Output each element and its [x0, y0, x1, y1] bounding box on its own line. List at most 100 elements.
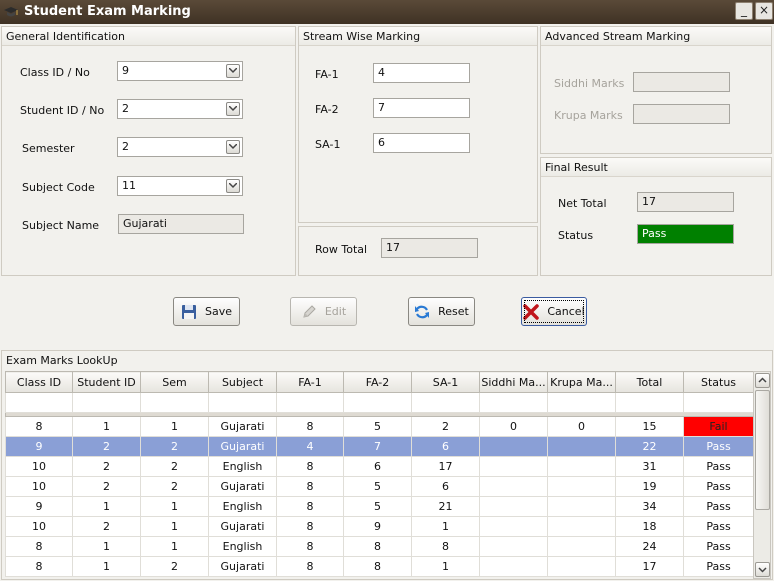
table-cell[interactable] — [479, 496, 548, 517]
table-cell[interactable]: 8 — [5, 556, 73, 577]
table-cell[interactable]: English — [208, 496, 277, 517]
fa1-input[interactable]: 4 — [373, 63, 470, 83]
filter-cell[interactable] — [208, 392, 277, 413]
table-cell[interactable]: 8 — [343, 556, 412, 577]
filter-cell[interactable] — [547, 392, 616, 413]
filter-cell[interactable] — [343, 392, 412, 413]
fa2-input[interactable]: 7 — [373, 98, 470, 118]
table-cell[interactable] — [479, 516, 548, 537]
table-cell[interactable]: 0 — [479, 416, 548, 437]
table-cell[interactable] — [547, 536, 616, 557]
chevron-down-icon[interactable] — [226, 102, 240, 116]
table-cell[interactable]: Pass — [683, 436, 754, 457]
table-cell[interactable]: 31 — [615, 456, 684, 477]
table-row[interactable]: 8 1 1 Gujarati 8 5 2 0 0 15 Fail — [5, 416, 754, 437]
table-cell[interactable]: 8 — [5, 536, 73, 557]
table-cell[interactable]: 1 — [140, 516, 209, 537]
table-cell[interactable]: Gujarati — [208, 416, 277, 437]
table-cell[interactable]: English — [208, 456, 277, 477]
table-cell[interactable]: 4 — [276, 436, 344, 457]
filter-cell[interactable] — [411, 392, 480, 413]
filter-cell[interactable] — [683, 392, 754, 413]
column-header[interactable]: Sem — [140, 371, 209, 393]
table-cell[interactable]: 22 — [615, 436, 684, 457]
edit-button[interactable]: Edit — [290, 297, 357, 326]
column-header[interactable]: FA-2 — [343, 371, 412, 393]
filter-row[interactable] — [5, 392, 754, 413]
table-cell[interactable] — [547, 476, 616, 497]
filter-cell[interactable] — [140, 392, 209, 413]
table-cell[interactable]: 1 — [140, 536, 209, 557]
table-cell[interactable]: 34 — [615, 496, 684, 517]
table-cell[interactable]: 6 — [343, 456, 412, 477]
table-row[interactable]: 10 2 2 Gujarati 8 5 6 19 Pass — [5, 476, 754, 497]
table-cell[interactable]: 19 — [615, 476, 684, 497]
chevron-down-icon[interactable] — [226, 140, 240, 154]
column-header[interactable]: Total — [615, 371, 684, 393]
table-cell[interactable]: Pass — [683, 496, 754, 517]
table-cell[interactable] — [547, 496, 616, 517]
table-cell[interactable]: 8 — [276, 556, 344, 577]
table-row[interactable]: 10 2 2 English 8 6 17 31 Pass — [5, 456, 754, 477]
table-cell[interactable]: 9 — [5, 436, 73, 457]
scroll-up-button[interactable] — [755, 373, 770, 388]
table-cell[interactable] — [479, 476, 548, 497]
table-row[interactable]: 10 2 1 Gujarati 8 9 1 18 Pass — [5, 516, 754, 537]
table-cell[interactable] — [479, 456, 548, 477]
table-cell[interactable]: 24 — [615, 536, 684, 557]
table-cell[interactable]: 5 — [343, 496, 412, 517]
table-cell[interactable]: 2 — [411, 416, 480, 437]
column-header[interactable]: Student ID — [72, 371, 141, 393]
column-header[interactable]: Status — [683, 371, 754, 393]
table-cell[interactable]: 10 — [5, 476, 73, 497]
table-cell[interactable]: 8 — [276, 536, 344, 557]
table-cell[interactable]: 9 — [5, 496, 73, 517]
semester-combo[interactable]: 2 — [117, 137, 243, 157]
table-cell[interactable]: 9 — [343, 516, 412, 537]
subject-code-combo[interactable]: 11 — [117, 176, 243, 196]
table-cell[interactable]: 8 — [411, 536, 480, 557]
table-cell[interactable]: 10 — [5, 516, 73, 537]
table-cell[interactable]: 8 — [276, 516, 344, 537]
vertical-scrollbar[interactable] — [753, 371, 771, 579]
table-cell[interactable]: 17 — [615, 556, 684, 577]
filter-cell[interactable] — [72, 392, 141, 413]
sa1-input[interactable]: 6 — [373, 133, 470, 153]
table-cell[interactable]: 8 — [276, 496, 344, 517]
table-cell[interactable]: 2 — [72, 516, 141, 537]
column-header[interactable]: FA-1 — [276, 371, 344, 393]
table-cell[interactable] — [479, 536, 548, 557]
table-cell[interactable]: 2 — [72, 456, 141, 477]
table-cell[interactable]: 1 — [140, 496, 209, 517]
table-cell[interactable]: 5 — [343, 476, 412, 497]
table-cell[interactable]: Pass — [683, 476, 754, 497]
table-cell[interactable] — [479, 556, 548, 577]
table-row[interactable]: 9 1 1 English 8 5 21 34 Pass — [5, 496, 754, 517]
table-cell[interactable]: 8 — [5, 416, 73, 437]
table-cell[interactable] — [547, 456, 616, 477]
table-cell[interactable]: 2 — [72, 436, 141, 457]
table-cell[interactable] — [479, 436, 548, 457]
table-cell[interactable]: 1 — [72, 536, 141, 557]
table-cell[interactable]: 6 — [411, 476, 480, 497]
table-cell[interactable]: 1 — [140, 416, 209, 437]
table-cell[interactable]: 21 — [411, 496, 480, 517]
table-cell[interactable]: 10 — [5, 456, 73, 477]
table-cell[interactable]: 1 — [72, 496, 141, 517]
table-cell[interactable]: 1 — [411, 556, 480, 577]
table-cell[interactable]: 1 — [411, 516, 480, 537]
filter-cell[interactable] — [479, 392, 548, 413]
filter-cell[interactable] — [5, 392, 73, 413]
table-cell[interactable]: 1 — [72, 556, 141, 577]
table-cell[interactable]: 8 — [343, 536, 412, 557]
table-cell[interactable]: Gujarati — [208, 516, 277, 537]
cancel-button[interactable]: Cancel — [521, 297, 587, 326]
filter-cell[interactable] — [276, 392, 344, 413]
student-id-combo[interactable]: 2 — [117, 99, 243, 119]
column-header[interactable]: Subject — [208, 371, 277, 393]
table-cell[interactable]: 2 — [140, 556, 209, 577]
table-cell[interactable]: 15 — [615, 416, 684, 437]
table-cell[interactable]: Gujarati — [208, 436, 277, 457]
table-cell[interactable]: Pass — [683, 516, 754, 537]
chevron-down-icon[interactable] — [226, 179, 240, 193]
